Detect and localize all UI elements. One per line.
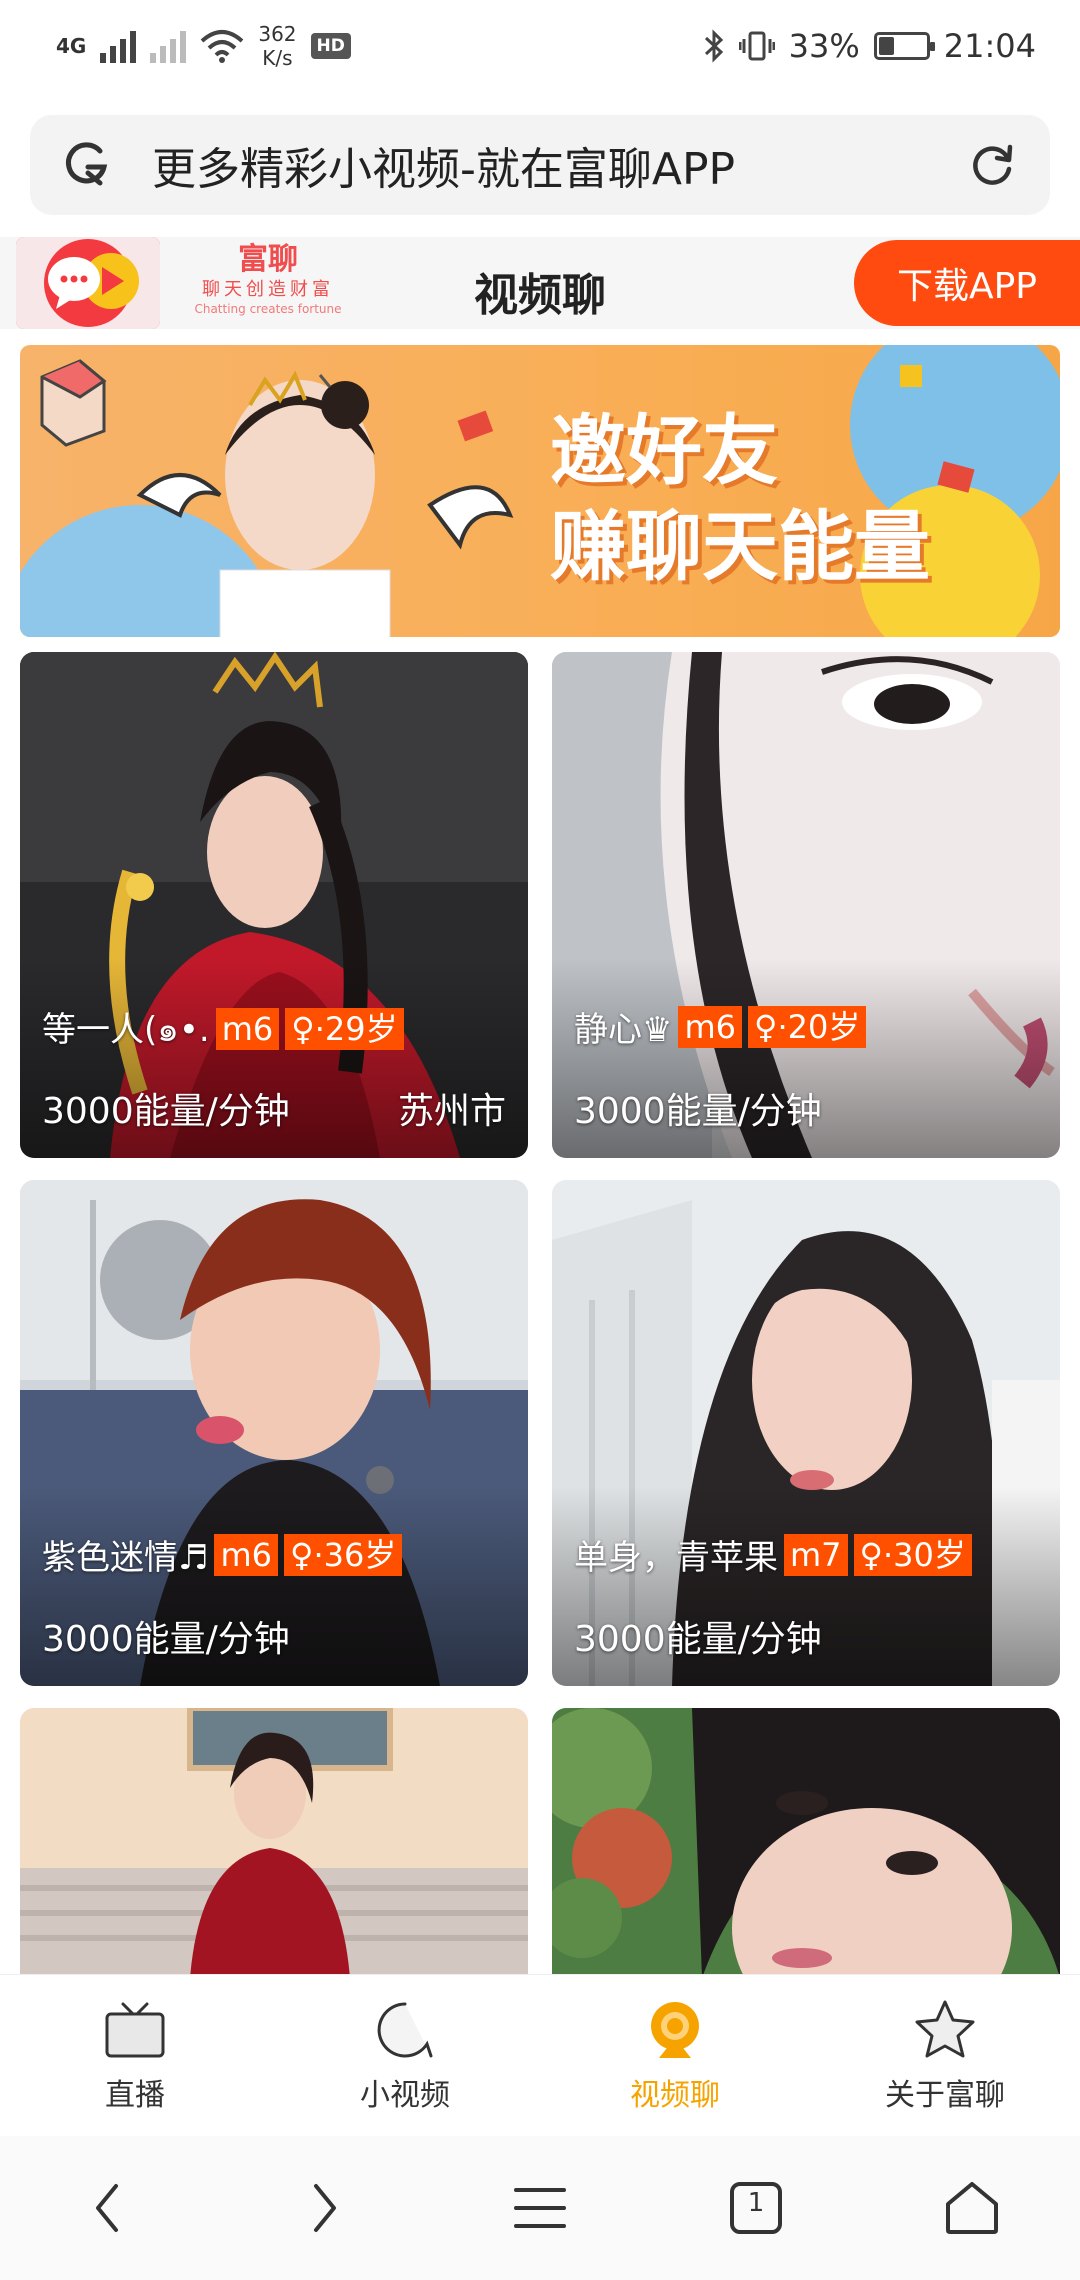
clock: 21:04 — [943, 27, 1036, 65]
host-card[interactable] — [552, 1708, 1060, 1974]
battery-percent: 33% — [788, 27, 860, 65]
gender-age-badge: ♀·30岁 — [853, 1533, 972, 1576]
download-app-button[interactable]: 下载APP — [854, 240, 1080, 326]
promo-text: 邀好友 赚聊天能量 — [550, 403, 930, 595]
menu-icon — [514, 2188, 566, 2228]
forward-button[interactable] — [274, 2158, 374, 2258]
page-title[interactable]: 更多精彩小视频-就在富聊APP — [118, 133, 962, 197]
invite-friends-banner[interactable]: 邀好友 赚聊天能量 — [20, 345, 1060, 637]
level-badge: m6 — [214, 1533, 279, 1576]
hd-badge: HD — [310, 33, 351, 59]
tab-label: 关于富聊 — [885, 2077, 1005, 2113]
tab-video-chat[interactable]: 视频聊 — [540, 1975, 810, 2136]
host-name: 静心♛ — [574, 1010, 673, 1050]
tab-short-video[interactable]: 小视频 — [270, 1975, 540, 2136]
host-card-grid: 等一人(๑•. m6 ♀·29岁 3000能量/分钟 苏州市 静心♛ m6 ♀·… — [20, 652, 1060, 1974]
wifi-icon — [201, 30, 244, 63]
tabs-icon: 1 — [728, 2180, 784, 2236]
signal-sim2-icon — [150, 29, 187, 63]
network-speed: 362 K/s — [258, 22, 296, 70]
host-card[interactable]: 等一人(๑•. m6 ♀·29岁 3000能量/分钟 苏州市 — [20, 652, 528, 1158]
tab-live[interactable]: 直播 — [0, 1975, 270, 2136]
card-name-row: 等一人(๑•. m6 ♀·29岁 — [42, 1002, 404, 1056]
system-nav-bar: 1 — [0, 2136, 1080, 2280]
network-type: 4G — [56, 34, 87, 58]
host-card[interactable]: 紫色迷情♬ m6 ♀·36岁 3000能量/分钟 — [20, 1180, 528, 1686]
host-name: 等一人(๑•. — [42, 1010, 210, 1050]
host-card[interactable] — [20, 1708, 528, 1974]
host-photo — [552, 1708, 1060, 1974]
card-name-row: 紫色迷情♬ m6 ♀·36岁 — [42, 1530, 403, 1579]
card-name-row: 静心♛ m6 ♀·20岁 — [574, 1002, 867, 1051]
menu-button[interactable] — [490, 2158, 590, 2258]
home-button[interactable] — [922, 2158, 1022, 2258]
star-icon — [915, 2000, 975, 2057]
signal-strength-icon — [100, 29, 137, 63]
price-label: 3000能量/分钟 — [42, 1091, 290, 1132]
page: 4G 362 K/s HD 33% 21:04 更多精彩小视频-就在富聊APP … — [0, 0, 1080, 2280]
address-bar[interactable]: 更多精彩小视频-就在富聊APP — [30, 115, 1050, 215]
promo-line1: 邀好友 — [550, 406, 778, 495]
host-card[interactable]: 单身，青苹果 m7 ♀·30岁 3000能量/分钟 — [552, 1180, 1060, 1686]
tab-label: 直播 — [105, 2077, 165, 2113]
tab-count: 1 — [747, 2188, 765, 2218]
network-speed-unit: K/s — [262, 46, 293, 70]
tv-icon — [105, 2002, 165, 2057]
bluetooth-icon — [704, 29, 723, 63]
city-label: 苏州市 — [397, 1091, 506, 1132]
battery-fill — [878, 37, 894, 55]
tab-about[interactable]: 关于富聊 — [810, 1975, 1080, 2136]
host-photo — [20, 1708, 528, 1974]
price-label: 3000能量/分钟 — [574, 1091, 822, 1132]
promo-line2: 赚聊天能量 — [550, 502, 930, 591]
chevron-left-icon — [96, 2184, 118, 2232]
app-banner: 富聊 聊天创造财富 Chatting creates fortune 视频聊 下… — [0, 237, 1080, 329]
gender-age-badge: ♀·20岁 — [748, 1005, 867, 1048]
status-bar: 4G 362 K/s HD 33% 21:04 — [0, 0, 1080, 92]
price-label: 3000能量/分钟 — [574, 1619, 822, 1660]
card-name-row: 单身，青苹果 m7 ♀·30岁 — [574, 1530, 972, 1579]
host-name: 紫色迷情♬ — [42, 1538, 209, 1578]
level-badge: m7 — [784, 1533, 848, 1576]
search-engine-icon[interactable] — [58, 135, 118, 195]
chevron-right-icon — [314, 2184, 336, 2232]
tab-label: 视频聊 — [630, 2077, 720, 2113]
tabs-button[interactable]: 1 — [706, 2158, 806, 2258]
bottom-tab-bar: 直播 小视频 视频聊 关于富聊 — [0, 1974, 1080, 2136]
vibrate-icon — [738, 31, 775, 61]
level-badge: m6 — [678, 1005, 743, 1048]
battery-icon — [873, 32, 935, 60]
host-card[interactable]: 静心♛ m6 ♀·20岁 3000能量/分钟 — [552, 652, 1060, 1158]
level-badge: m6 — [215, 1008, 280, 1050]
network-speed-value: 362 — [258, 22, 297, 46]
chat-bubble-icon — [377, 2002, 433, 2057]
video-chat-icon — [651, 2001, 699, 2058]
home-icon — [946, 2182, 998, 2234]
tab-label: 小视频 — [360, 2077, 450, 2113]
refresh-icon[interactable] — [962, 135, 1022, 195]
status-left: 4G 362 K/s HD — [56, 22, 351, 70]
host-name: 单身，青苹果 — [574, 1538, 778, 1578]
gender-age-badge: ♀·36岁 — [284, 1533, 403, 1576]
gender-age-badge: ♀·29岁 — [285, 1008, 404, 1050]
status-right: 33% 21:04 — [703, 27, 1036, 65]
back-button[interactable] — [58, 2158, 158, 2258]
price-label: 3000能量/分钟 — [42, 1619, 290, 1660]
